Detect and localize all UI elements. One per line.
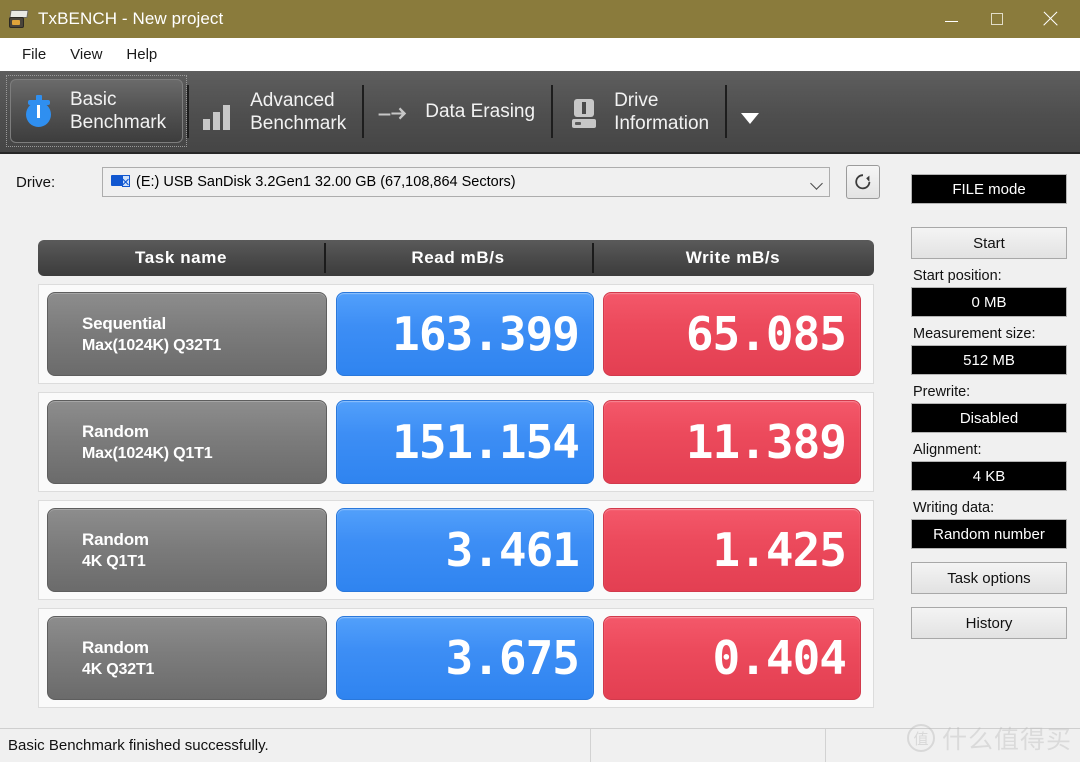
write-value: 11.389 (603, 400, 861, 484)
drive-select[interactable]: ✕ (E:) USB SanDisk 3.2Gen1 32.00 GB (67,… (102, 167, 830, 197)
txbench-window: TxBENCH - New project File View Help Bas… (0, 0, 1080, 762)
refresh-icon (855, 174, 871, 190)
tab-overflow-button[interactable] (727, 71, 773, 152)
writing-data-label: Writing data: (913, 500, 995, 516)
tab-advanced-benchmark-label: Advanced Benchmark (250, 89, 347, 134)
chevron-down-icon (810, 177, 823, 190)
task-button[interactable]: Random 4K Q32T1 (47, 616, 327, 700)
title-bar: TxBENCH - New project (0, 0, 1080, 38)
tab-bar: Basic Benchmark Advanced Benchmark ⤍ Dat… (0, 71, 1080, 154)
tab-drive-information-label: Drive Information (614, 89, 710, 134)
task-button[interactable]: Sequential Max(1024K) Q32T1 (47, 292, 327, 376)
tab-drive-information[interactable]: Drive Information (553, 71, 725, 152)
prewrite-field[interactable]: Disabled (911, 403, 1067, 433)
column-header-read: Read mB/s (324, 240, 592, 276)
maximize-icon (991, 13, 1003, 25)
task-name-secondary: Max(1024K) Q32T1 (82, 336, 222, 354)
status-divider (825, 728, 826, 762)
drive-label: Drive: (16, 173, 56, 191)
file-mode-indicator[interactable]: FILE mode (911, 174, 1067, 204)
task-options-button[interactable]: Task options (911, 562, 1067, 594)
menu-item-help[interactable]: Help (114, 44, 169, 65)
tab-basic-benchmark[interactable]: Basic Benchmark (6, 75, 188, 147)
refresh-button[interactable] (846, 165, 880, 199)
column-header-write: Write mB/s (592, 240, 874, 276)
window-title: TxBENCH - New project (38, 9, 224, 28)
alignment-field[interactable]: 4 KB (911, 461, 1067, 491)
table-row: Random Max(1024K) Q1T1 151.154 11.389 (38, 392, 874, 492)
table-row: Random 4K Q32T1 3.675 0.404 (38, 608, 874, 708)
erase-zigzag-icon: ⤍ (378, 96, 407, 127)
tab-advanced-benchmark[interactable]: Advanced Benchmark (189, 71, 362, 152)
start-position-label: Start position: (913, 268, 1002, 284)
task-name-primary: Random (82, 421, 149, 441)
read-value: 3.675 (336, 616, 594, 700)
minimize-button[interactable] (928, 0, 974, 38)
measurement-size-label: Measurement size: (913, 326, 1036, 342)
write-value: 1.425 (603, 508, 861, 592)
task-name-primary: Sequential (82, 313, 166, 333)
measurement-size-field[interactable]: 512 MB (911, 345, 1067, 375)
drive-info-icon (567, 94, 601, 130)
status-divider (590, 728, 591, 762)
settings-panel: FILE mode Start Start position: 0 MB Mea… (911, 174, 1067, 639)
task-name-secondary: 4K Q32T1 (82, 660, 155, 678)
menu-bar: File View Help (0, 38, 1080, 71)
write-value: 0.404 (603, 616, 861, 700)
task-name-primary: Random (82, 529, 149, 549)
menu-item-file[interactable]: File (10, 44, 58, 65)
tab-data-erasing-label: Data Erasing (425, 101, 536, 122)
table-row: Sequential Max(1024K) Q32T1 163.399 65.0… (38, 284, 874, 384)
read-value: 3.461 (336, 508, 594, 592)
tab-data-erasing[interactable]: ⤍ Data Erasing (364, 71, 551, 152)
app-icon (8, 9, 30, 29)
task-button[interactable]: Random 4K Q1T1 (47, 508, 327, 592)
close-button[interactable] (1020, 0, 1080, 38)
read-value: 151.154 (336, 400, 594, 484)
alignment-label: Alignment: (913, 442, 982, 458)
task-name-secondary: Max(1024K) Q1T1 (82, 444, 213, 462)
history-button[interactable]: History (911, 607, 1067, 639)
column-header-task-name: Task name (134, 248, 228, 267)
read-value: 163.399 (336, 292, 594, 376)
start-button[interactable]: Start (911, 227, 1067, 259)
window-controls (928, 0, 1080, 38)
minimize-icon (944, 20, 958, 22)
removable-drive-icon: ✕ (111, 174, 131, 190)
chevron-down-icon (741, 113, 760, 124)
writing-data-field[interactable]: Random number (911, 519, 1067, 549)
status-bar: Basic Benchmark finished successfully. (0, 728, 1080, 762)
close-icon (1042, 11, 1058, 27)
task-name-primary: Random (82, 637, 149, 657)
bar-chart-icon (203, 94, 237, 130)
task-button[interactable]: Random Max(1024K) Q1T1 (47, 400, 327, 484)
menu-item-view[interactable]: View (58, 44, 114, 65)
task-name-secondary: 4K Q1T1 (82, 552, 146, 570)
tab-basic-benchmark-label: Basic Benchmark (70, 89, 167, 133)
table-row: Random 4K Q1T1 3.461 1.425 (38, 500, 874, 600)
benchmark-results: Task name Read mB/s Write mB/s Sequentia… (38, 240, 874, 708)
stopwatch-icon (23, 93, 57, 129)
drive-selected-value: (E:) USB SanDisk 3.2Gen1 32.00 GB (67,10… (136, 174, 516, 190)
results-header: Task name Read mB/s Write mB/s (38, 240, 874, 276)
write-value: 65.085 (603, 292, 861, 376)
start-position-field[interactable]: 0 MB (911, 287, 1067, 317)
prewrite-label: Prewrite: (913, 384, 971, 400)
status-message: Basic Benchmark finished successfully. (8, 737, 269, 754)
maximize-button[interactable] (974, 0, 1020, 38)
